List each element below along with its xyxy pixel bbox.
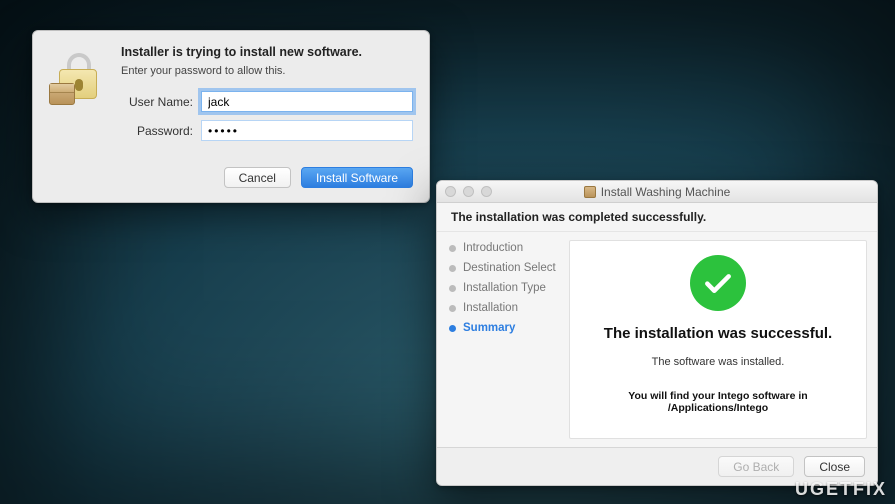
step-installation: Installation: [449, 302, 561, 314]
success-check-icon: [690, 255, 746, 311]
step-introduction: Introduction: [449, 242, 561, 254]
window-title: Install Washing Machine: [601, 185, 731, 199]
minimize-window-icon[interactable]: [463, 186, 474, 197]
cancel-button[interactable]: Cancel: [224, 167, 291, 188]
step-label: Installation Type: [463, 282, 546, 294]
step-summary: Summary: [449, 322, 561, 334]
go-back-button: Go Back: [718, 456, 794, 477]
installer-sidebar: Introduction Destination Select Installa…: [437, 232, 569, 447]
close-button[interactable]: Close: [804, 456, 865, 477]
password-input[interactable]: [201, 120, 413, 141]
bullet-icon: [449, 325, 456, 332]
watermark: UGETFIX: [795, 479, 887, 500]
window-controls[interactable]: [445, 186, 492, 197]
installer-window: Install Washing Machine The installation…: [436, 180, 878, 486]
auth-instruction: Enter your password to allow this.: [121, 65, 413, 77]
step-destination-select: Destination Select: [449, 262, 561, 274]
bullet-icon: [449, 245, 456, 252]
auth-title: Installer is trying to install new softw…: [121, 45, 413, 59]
password-label: Password:: [121, 124, 201, 138]
username-label: User Name:: [121, 95, 201, 109]
username-input[interactable]: [201, 91, 413, 112]
bullet-icon: [449, 305, 456, 312]
success-note: You will find your Intego software in /A…: [582, 390, 854, 414]
step-label: Summary: [463, 322, 515, 334]
bullet-icon: [449, 265, 456, 272]
installer-main: The installation was successful. The sof…: [569, 240, 867, 439]
step-label: Destination Select: [463, 262, 556, 274]
step-label: Introduction: [463, 242, 523, 254]
install-software-button[interactable]: Install Software: [301, 167, 413, 188]
success-subtitle: The software was installed.: [652, 356, 785, 368]
titlebar[interactable]: Install Washing Machine: [437, 181, 877, 203]
step-label: Installation: [463, 302, 518, 314]
close-window-icon[interactable]: [445, 186, 456, 197]
success-title: The installation was successful.: [604, 325, 832, 342]
lock-icon: [47, 47, 109, 109]
installer-header: The installation was completed successfu…: [437, 203, 877, 232]
package-icon: [49, 83, 75, 105]
auth-dialog: Installer is trying to install new softw…: [32, 30, 430, 203]
bullet-icon: [449, 285, 456, 292]
package-icon: [584, 186, 596, 198]
zoom-window-icon[interactable]: [481, 186, 492, 197]
step-installation-type: Installation Type: [449, 282, 561, 294]
